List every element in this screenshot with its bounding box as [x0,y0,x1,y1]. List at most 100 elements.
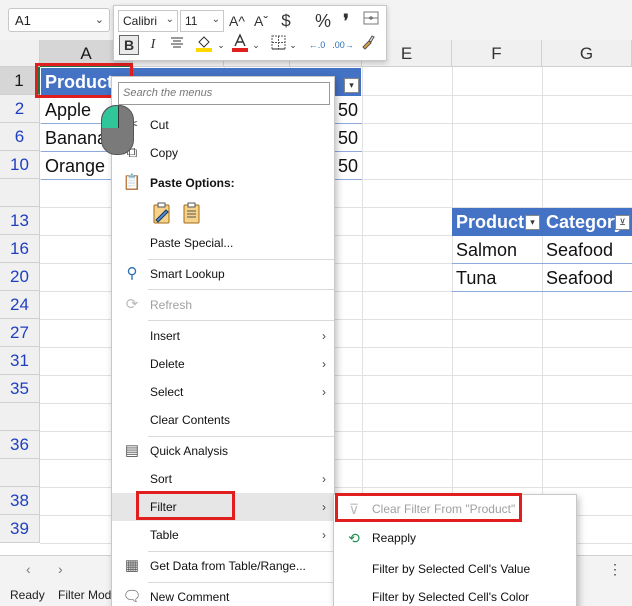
table2-cell-product[interactable]: Salmon [452,236,542,264]
font-name-select[interactable]: Calibri ⌄ [118,10,178,32]
percent-style-button[interactable]: % [314,10,332,32]
row-header-blank[interactable] [0,179,40,207]
row-header-2[interactable]: 2 [0,95,40,123]
row-header-27[interactable]: 27 [0,319,40,347]
submenu-item-label: Reapply [372,531,417,545]
row-header-38[interactable]: 38 [0,487,40,515]
column-header-f[interactable]: F [452,40,542,67]
merge-center-button[interactable] [362,10,380,32]
menu-item-label: Clear Contents [150,413,231,427]
scroll-right-icon[interactable]: › [58,561,63,577]
menu-item-sort[interactable]: Sort › [112,465,334,493]
borders-dropdown[interactable]: ⌄ [288,34,298,56]
decrease-font-size-button[interactable]: Aˇ [252,10,270,32]
submenu-item-by-color[interactable]: Filter by Selected Cell's Color [334,583,576,606]
menu-item-insert[interactable]: Insert › [112,322,334,350]
menu-item-delete[interactable]: Delete › [112,350,334,378]
row-header-31[interactable]: 31 [0,347,40,375]
row-header-36[interactable]: 36 [0,431,40,459]
menu-item-label: Insert [150,329,181,343]
clear-filter-highlight-box [335,493,522,522]
menu-item-label: Cut [150,118,169,132]
percent-icon: % [314,11,331,31]
mouse-split [118,106,119,128]
font-color-icon [232,33,248,52]
submenu-item-reapply[interactable]: ⟲ Reapply [334,524,576,552]
menu-item-new-comment[interactable]: 🗨 New Comment [112,583,334,606]
reapply-filter-icon: ⟲ [348,530,360,546]
italic-icon: I [150,37,156,52]
paste-icon [153,202,170,224]
font-color-dropdown[interactable]: ⌄ [251,34,261,56]
menu-item-table[interactable]: Table › [112,521,334,549]
menu-item-label: Paste Special... [150,236,234,250]
row-header-6[interactable]: 6 [0,123,40,151]
table2-cell-category[interactable]: Seafood [542,264,632,292]
paste-button[interactable] [150,201,174,225]
filter-dropdown-icon[interactable]: ▾ [344,78,359,93]
format-painter-button[interactable] [358,34,378,56]
chevron-right-icon: › [322,528,326,542]
currency-format-button[interactable]: $ [278,10,294,32]
center-align-button[interactable] [168,34,186,56]
fill-color-dropdown[interactable]: ⌄ [216,34,226,56]
chevron-down-icon: ⌄ [165,14,174,25]
row-header-16[interactable]: 16 [0,235,40,263]
menu-item-paste-options: 📋 Paste Options: [112,169,334,197]
chevron-down-icon: ⌄ [252,40,260,50]
font-color-button[interactable] [230,33,250,56]
comma-style-button[interactable]: ❜ [338,10,354,32]
column-header-g[interactable]: G [542,40,632,67]
scroll-left-icon[interactable]: ‹ [26,561,31,577]
table1-cell-value[interactable]: 50 [334,96,362,124]
fill-color-button[interactable] [192,34,216,56]
menu-item-select[interactable]: Select › [112,378,334,406]
menu-search-input[interactable]: Search the menus [118,82,330,105]
menu-item-clear-contents[interactable]: Clear Contents [112,406,334,434]
row-header-13[interactable]: 13 [0,207,40,235]
table1-cell-value[interactable]: 50 [334,124,362,152]
decrease-decimal-button[interactable]: .00→ [332,34,354,56]
filter-active-icon[interactable]: ⊻ [615,215,630,230]
row-header-39[interactable]: 39 [0,515,40,543]
row-header-20[interactable]: 20 [0,263,40,291]
row-header-10[interactable]: 10 [0,151,40,179]
menu-item-quick-analysis[interactable]: ▤ Quick Analysis [112,437,334,465]
decrease-decimal-icon: .00→ [332,40,354,50]
menu-item-paste-special[interactable]: Paste Special... [112,229,334,257]
chevron-down-icon[interactable]: ⌄ [95,13,104,26]
select-all-corner[interactable] [0,40,40,67]
italic-button[interactable]: I [144,34,162,56]
table1-cell-value[interactable]: 50 [334,152,362,180]
table2-cell-product[interactable]: Tuna [452,264,542,292]
menu-item-cut[interactable]: ✂ Cut [112,111,334,139]
menu-item-get-data[interactable]: ▦ Get Data from Table/Range... [112,552,334,580]
table2-cell-category[interactable]: Seafood [542,236,632,264]
row-header-blank[interactable] [0,459,40,487]
submenu-item-by-value[interactable]: Filter by Selected Cell's Value [334,555,576,583]
menu-item-label: New Comment [150,590,230,604]
name-box[interactable]: A1 ⌄ [8,8,110,32]
menu-item-label: Select [150,385,184,399]
chevron-down-icon: ⌄ [217,40,225,50]
gridline [542,67,543,555]
mouse-button [102,106,118,128]
status-mode: Filter Mod [58,588,112,602]
borders-button[interactable] [268,34,288,56]
menu-item-smart-lookup[interactable]: ⚲ Smart Lookup [112,260,334,288]
menu-item-copy[interactable]: ⧉ Copy [112,139,334,167]
menu-item-label: Copy [150,146,179,160]
menu-item-label: Delete [150,357,185,371]
row-header-blank[interactable] [0,403,40,431]
font-size-select[interactable]: 11 ⌄ [180,10,224,32]
paste-values-button[interactable] [180,201,204,225]
row-header-35[interactable]: 35 [0,375,40,403]
increase-decimal-button[interactable]: ←.0 [306,34,328,56]
bold-button[interactable]: B [119,35,139,55]
gridline [362,67,363,555]
increase-font-size-button[interactable]: A^ [228,10,246,32]
row-header-1[interactable]: 1 [0,67,40,95]
filter-dropdown-icon[interactable]: ▾ [525,215,540,230]
row-header-24[interactable]: 24 [0,291,40,319]
more-options-icon[interactable]: ⋮ [608,561,622,578]
